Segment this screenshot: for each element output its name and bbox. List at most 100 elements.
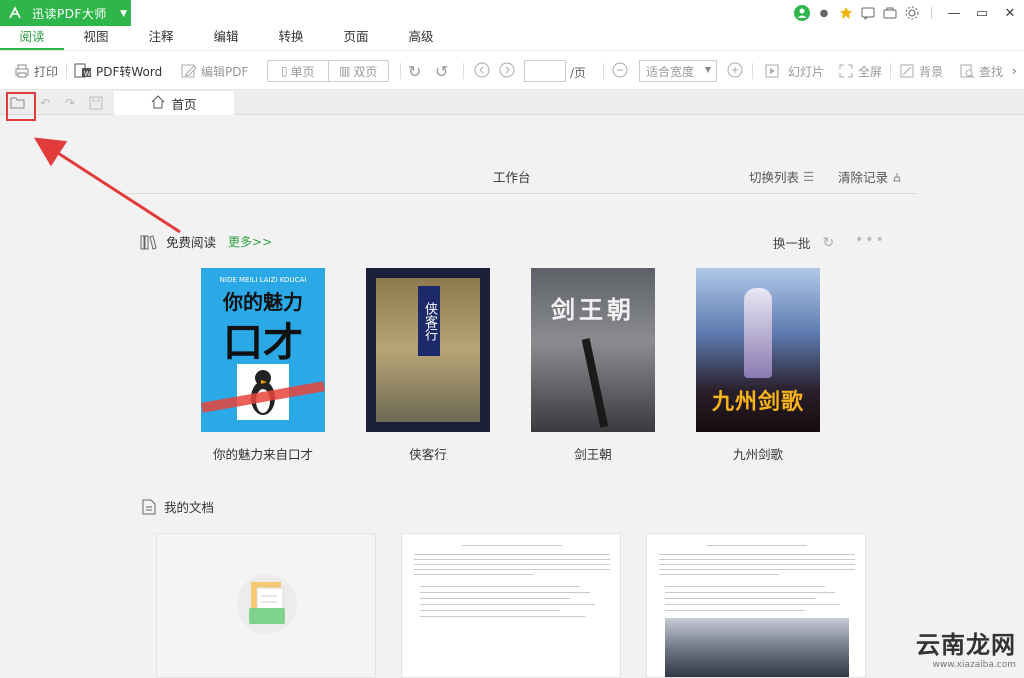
message-icon[interactable] — [857, 2, 879, 24]
refresh-batch-button[interactable]: 换一批 ↻ — [773, 233, 834, 252]
book-card[interactable]: 剑王朝 剑王朝 — [531, 268, 655, 462]
zoom-in-button[interactable] — [727, 60, 743, 82]
zoom-select[interactable]: 适合宽度 ▼ — [639, 60, 717, 82]
text-line — [414, 554, 610, 555]
chevron-right-icon: › — [1012, 64, 1017, 78]
minimize-button[interactable]: — — [940, 0, 968, 26]
rotate-counterclockwise-button[interactable]: ↺ — [435, 60, 448, 82]
rotate-cw-icon: ↻ — [408, 61, 422, 81]
text-line — [420, 610, 560, 611]
tab-read[interactable]: 阅读 — [0, 26, 64, 50]
slideshow-button[interactable]: 幻灯片 — [764, 60, 824, 82]
more-options-button[interactable]: ••• — [855, 232, 886, 248]
settings-gear-icon[interactable] — [901, 2, 923, 24]
page-unit-label: /页 — [570, 66, 587, 80]
double-page-label: 双页 — [353, 64, 378, 79]
divider — [603, 63, 604, 79]
book-card[interactable]: NIDE MEILI LAIZI KOUCAI 你的魅力 口才 你的魅力来自口才 — [201, 268, 325, 462]
hero-illustration — [744, 288, 772, 378]
prev-page-button[interactable] — [474, 60, 490, 82]
double-page-button[interactable]: ▥ 双页 — [329, 61, 389, 81]
free-reading-title: 免费阅读 — [166, 235, 217, 250]
search-icon — [959, 63, 975, 79]
list-icon: ☰ — [803, 169, 815, 184]
tab-page[interactable]: 页面 — [332, 26, 380, 50]
text-line — [665, 610, 805, 611]
edit-pdf-label: 编辑PDF — [201, 64, 249, 79]
next-page-button[interactable] — [499, 60, 515, 82]
text-line — [414, 559, 610, 560]
book-title[interactable]: 你的魅力来自口才 — [201, 444, 325, 463]
plus-circle-icon — [727, 62, 743, 81]
divider — [400, 63, 401, 79]
divider — [752, 63, 753, 79]
books-icon — [140, 234, 158, 250]
text-line — [659, 569, 855, 570]
tab-convert[interactable]: 转换 — [267, 26, 315, 50]
home-tab-label: 首页 — [171, 96, 197, 112]
fullscreen-button[interactable]: 全屏 — [838, 60, 882, 82]
undo-button[interactable]: ↶ — [37, 95, 53, 111]
watermark: 云南龙网 www.xiazaiba.com — [916, 625, 1016, 670]
document-thumbnail[interactable] — [646, 533, 866, 678]
print-button[interactable]: 打印 — [14, 60, 58, 82]
background-button[interactable]: 背景 — [899, 60, 943, 82]
tab-edit[interactable]: 编辑 — [202, 26, 250, 50]
sword-illustration — [581, 338, 609, 428]
tab-advanced[interactable]: 高级 — [397, 26, 445, 50]
edit-pdf-button[interactable]: 编辑PDF — [181, 60, 248, 82]
switch-list-button[interactable]: 切换列表 ☰ — [749, 167, 814, 186]
document-thumbnail[interactable] — [401, 533, 621, 678]
switch-list-label: 切换列表 — [749, 170, 800, 185]
text-line — [420, 604, 595, 605]
close-button[interactable]: ✕ — [996, 0, 1024, 26]
clear-records-button[interactable]: 清除记录 — [838, 167, 902, 186]
highlight-box — [6, 92, 36, 121]
app-menu-button[interactable]: 迅读PDF大师 ▼ — [0, 0, 131, 26]
book-title[interactable]: 九州剑歌 — [696, 444, 820, 463]
divider — [890, 63, 891, 79]
book-cover[interactable]: NIDE MEILI LAIZI KOUCAI 你的魅力 口才 — [201, 268, 325, 432]
zoom-out-button[interactable] — [612, 60, 628, 82]
book-title[interactable]: 侠客行 — [366, 444, 490, 463]
open-document-card[interactable] — [156, 533, 376, 678]
chevron-down-icon: ▼ — [120, 9, 127, 19]
toolbar: 打印 W PDF转Word 编辑PDF ▯ 单页 ▥ 双页 ↻ ↺ /页 适合宽度 ▼… — [0, 50, 1024, 90]
minus-circle-icon — [612, 62, 628, 81]
tab-view[interactable]: 视图 — [72, 26, 120, 50]
free-reading-header: 免费阅读 更多>> — [140, 232, 272, 251]
book-cover[interactable]: 剑王朝 — [531, 268, 655, 432]
text-line — [414, 574, 534, 575]
book-card[interactable]: 九州剑歌 九州剑歌 — [696, 268, 820, 462]
rotate-clockwise-button[interactable]: ↻ — [408, 60, 421, 82]
page-number-input[interactable] — [524, 60, 566, 82]
user-avatar-icon[interactable] — [791, 2, 813, 24]
divider — [931, 7, 932, 19]
tab-home[interactable]: 首页 — [114, 91, 234, 115]
book-card[interactable]: 侠客行 侠客行 — [366, 268, 490, 462]
book-title[interactable]: 剑王朝 — [531, 444, 655, 463]
text-line — [659, 559, 855, 560]
save-button[interactable] — [88, 95, 104, 111]
book-cover[interactable]: 九州剑歌 — [696, 268, 820, 432]
empty-folder-icon — [237, 574, 297, 634]
app-logo-icon — [9, 6, 21, 19]
gift-icon[interactable] — [835, 2, 857, 24]
zoom-value: 适合宽度 — [646, 64, 695, 79]
watermark-url: www.xiazaiba.com — [932, 660, 1016, 670]
my-docs-title: 我的文档 — [164, 500, 215, 515]
text-line — [665, 598, 815, 599]
skin-icon[interactable] — [879, 2, 901, 24]
book-cover[interactable]: 侠客行 — [366, 268, 490, 432]
redo-button[interactable]: ↷ — [62, 95, 78, 111]
text-line — [665, 592, 835, 593]
toolbar-overflow-button[interactable]: › — [1012, 60, 1017, 82]
single-page-button[interactable]: ▯ 单页 — [268, 61, 329, 81]
find-button[interactable]: 查找 — [959, 60, 1003, 82]
pdf-to-word-button[interactable]: W PDF转Word — [74, 60, 162, 82]
tab-annotate[interactable]: 注释 — [137, 26, 185, 50]
more-link[interactable]: 更多>> — [228, 233, 272, 250]
divider — [124, 193, 916, 194]
maximize-button[interactable]: ▭ — [968, 0, 996, 26]
save-icon — [89, 96, 103, 110]
